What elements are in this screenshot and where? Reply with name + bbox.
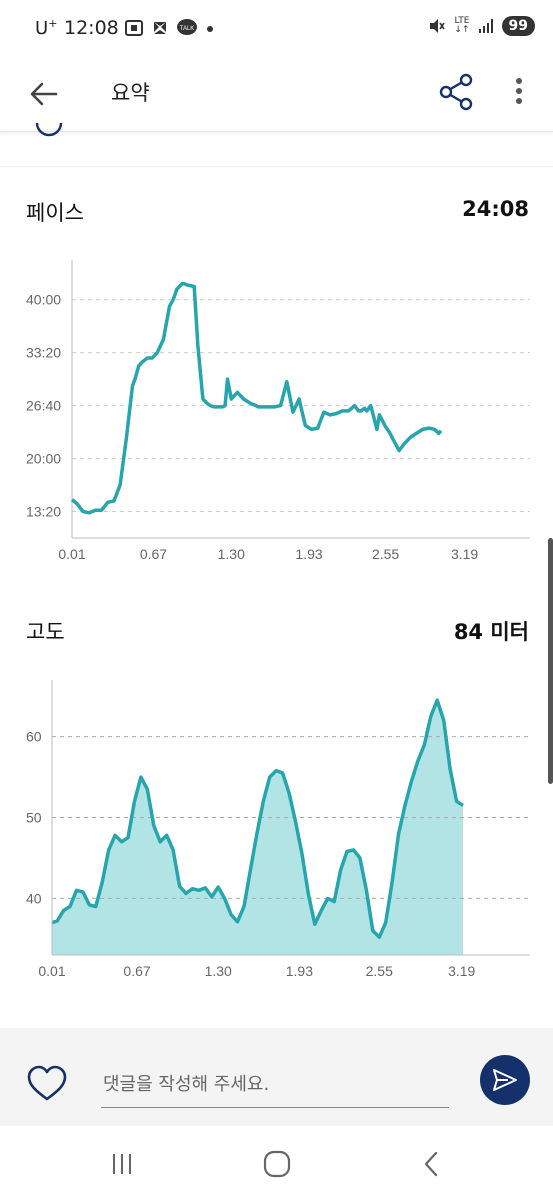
elevation-chart: 40 50 60 0.01 0.67 1.30 1.93 2.55 3.19 (0, 670, 553, 990)
send-icon (493, 1069, 517, 1091)
app-notification-icon (154, 22, 166, 34)
recent-apps-icon (113, 1154, 131, 1174)
lte-indicator: LTE ↓↑ (454, 16, 470, 35)
notification-icons: TALK (124, 18, 216, 38)
pace-chart: 13:20 20:00 26:40 33:20 40:00 0.01 0.67 1.30 1.9… (0, 255, 553, 575)
elevation-y-tick-label: 60 (26, 729, 42, 745)
heart-icon (27, 1065, 67, 1101)
pace-title: 페이스 (26, 201, 84, 225)
signal-icon (478, 19, 493, 33)
pace-x-tick-label: 1.93 (295, 546, 322, 562)
dot-icon (207, 26, 213, 32)
elevation-y-tick-label: 50 (26, 810, 42, 826)
nav-back-icon (424, 1151, 438, 1177)
pace-y-tick-label: 40:00 (26, 292, 61, 308)
mute-icon (430, 19, 446, 33)
elevation-y-tick-label: 40 (26, 890, 42, 906)
elevation-x-tick-label: 1.30 (205, 963, 232, 979)
partial-circle-icon (34, 118, 64, 138)
elevation-x-tick-label: 3.19 (448, 963, 475, 979)
send-button[interactable] (480, 1055, 530, 1105)
share-button[interactable] (437, 72, 477, 112)
more-vert-icon (516, 78, 522, 104)
more-options-button[interactable] (505, 74, 533, 110)
home-button[interactable] (257, 1148, 297, 1180)
talk-icon: TALK (177, 19, 197, 35)
pace-y-tick-label: 20:00 (26, 451, 61, 467)
screenshot-icon (125, 20, 143, 36)
elevation-x-tick-label: 2.55 (366, 963, 393, 979)
share-icon (439, 73, 473, 111)
battery-indicator: 99 (501, 16, 535, 36)
app-bar: 요약 (0, 58, 553, 132)
elevation-title: 고도 (26, 620, 65, 644)
comment-input[interactable] (101, 1062, 449, 1108)
elevation-value: 84 미터 (453, 620, 529, 644)
nav-back-button[interactable] (412, 1148, 452, 1180)
system-nav-bar (0, 1126, 553, 1200)
section-divider (0, 166, 553, 167)
page-title: 요약 (111, 81, 150, 105)
elevation-chart-svg: 40 50 60 0.01 0.67 1.30 1.93 2.55 3.19 (26, 680, 530, 979)
home-icon (263, 1150, 291, 1178)
pace-y-tick-label: 26:40 (26, 398, 61, 414)
status-time: 12:08 (64, 17, 119, 39)
pace-series-line (70, 282, 443, 515)
elevation-x-tick-label: 0.01 (38, 963, 65, 979)
pace-chart-svg: 13:20 20:00 26:40 33:20 40:00 0.01 0.67 1.30 1.9… (26, 260, 530, 562)
back-button[interactable] (26, 76, 62, 112)
elevation-x-tick-label: 0.67 (123, 963, 150, 979)
back-arrow-icon (30, 82, 58, 106)
pace-x-tick-label: 0.67 (140, 546, 167, 562)
pace-x-tick-label: 1.30 (218, 546, 245, 562)
comment-bar (0, 1028, 553, 1126)
elevation-x-tick-label: 1.93 (286, 963, 313, 979)
like-button[interactable] (26, 1064, 68, 1104)
system-icons: LTE ↓↑ 99 (428, 16, 535, 36)
svg-text:TALK: TALK (180, 26, 195, 32)
pace-x-tick-label: 2.55 (372, 546, 399, 562)
pace-y-tick-label: 13:20 (26, 504, 61, 520)
carrier-label: U+ (35, 17, 58, 39)
pace-y-tick-label: 33:20 (26, 345, 61, 361)
pace-value: 24:08 (462, 197, 529, 221)
status-bar: U+ 12:08 TALK LTE ↓↑ 99 (0, 0, 553, 58)
scrollbar-thumb[interactable] (548, 538, 553, 784)
pace-x-tick-label: 3.19 (451, 546, 478, 562)
recent-apps-button[interactable] (102, 1148, 142, 1180)
pace-x-tick-label: 0.01 (58, 546, 85, 562)
